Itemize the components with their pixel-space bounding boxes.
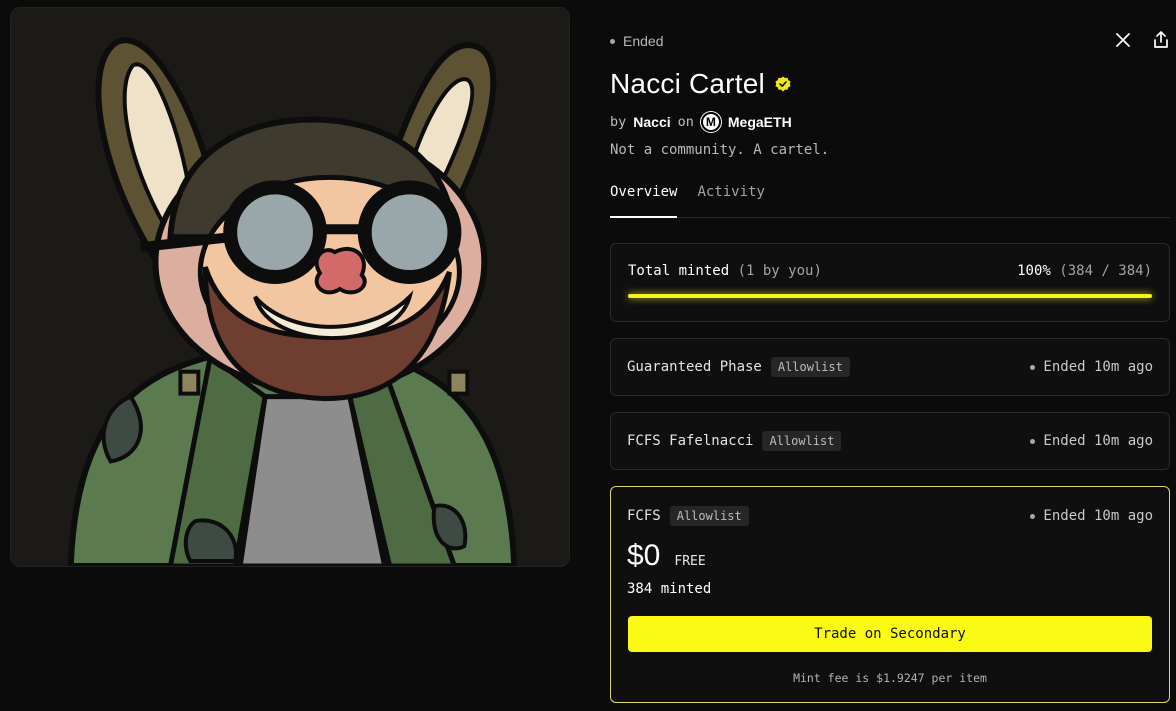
phase-badge: Allowlist (770, 357, 850, 377)
mint-fee-note: Mint fee is $1.9247 per item (793, 671, 987, 685)
collection-title: Nacci Cartel (610, 68, 791, 100)
bunny-artwork-icon (11, 8, 569, 566)
verified-badge-icon (775, 76, 791, 92)
on-text: on (677, 114, 694, 130)
phase-status: Ended 10m ago (1043, 433, 1153, 449)
phase-name: FCFS Fafelnacci (627, 433, 754, 449)
status-dot-icon (1030, 438, 1036, 444)
trade-on-secondary-button[interactable]: Trade on Secondary (628, 616, 1152, 652)
minted-count: 384 minted (627, 581, 712, 597)
mint-progress-bar (628, 294, 1152, 298)
tab-overview[interactable]: Overview (610, 184, 678, 218)
phase-status: Ended 10m ago (1043, 359, 1153, 375)
mint-counts: (384 / 384) (1059, 263, 1152, 279)
nft-artwork (10, 7, 570, 567)
mint-status: Ended (610, 33, 663, 49)
collection-panel: Ended Nacci Cartel by Nacci on M MegaETH… (610, 0, 1170, 711)
phase-status: Ended 10m ago (1043, 508, 1153, 524)
total-minted-card: Total minted (1 by you) 100% (384 / 384) (610, 243, 1170, 322)
mint-progress-fill (628, 294, 1152, 298)
phase-badge: Allowlist (762, 431, 842, 451)
x-logo-icon[interactable] (1114, 30, 1132, 50)
total-minted-label: Total minted (628, 263, 730, 279)
phase-name: FCFS (627, 508, 661, 524)
chain-name[interactable]: MegaETH (728, 114, 792, 130)
phase-badge: Allowlist (669, 506, 749, 526)
tab-activity[interactable]: Activity (697, 184, 764, 218)
price-value: $0 (627, 539, 661, 572)
by-prefix: by (610, 114, 627, 130)
collection-name: Nacci Cartel (610, 68, 765, 99)
phase-card-guaranteed[interactable]: Guaranteed Phase Allowlist Ended 10m ago (610, 338, 1170, 396)
mint-percent: 100% (1017, 263, 1051, 279)
price-note: FREE (674, 554, 706, 569)
phase-card-fcfs: FCFS Allowlist Ended 10m ago $0 FREE 384… (610, 486, 1170, 703)
status-label: Ended (623, 33, 664, 49)
collection-description: Not a community. A cartel. (610, 142, 830, 158)
phase-name: Guaranteed Phase (627, 359, 762, 375)
price-block: $0 FREE (627, 539, 706, 573)
phase-card-fcfs-fafelnacci[interactable]: FCFS Fafelnacci Allowlist Ended 10m ago (610, 412, 1170, 470)
minted-by-you: (1 by you) (737, 263, 822, 279)
header-actions (1114, 30, 1170, 50)
share-icon[interactable] (1152, 30, 1170, 50)
status-dot-icon (1030, 513, 1036, 519)
tab-bar: Overview Activity (610, 184, 1170, 218)
status-dot-icon (1030, 364, 1036, 370)
megaeth-logo-icon: M (700, 112, 721, 132)
creator-link[interactable]: Nacci (633, 114, 670, 130)
status-dot-icon (610, 38, 615, 44)
creator-line: by Nacci on M MegaETH (610, 112, 792, 132)
